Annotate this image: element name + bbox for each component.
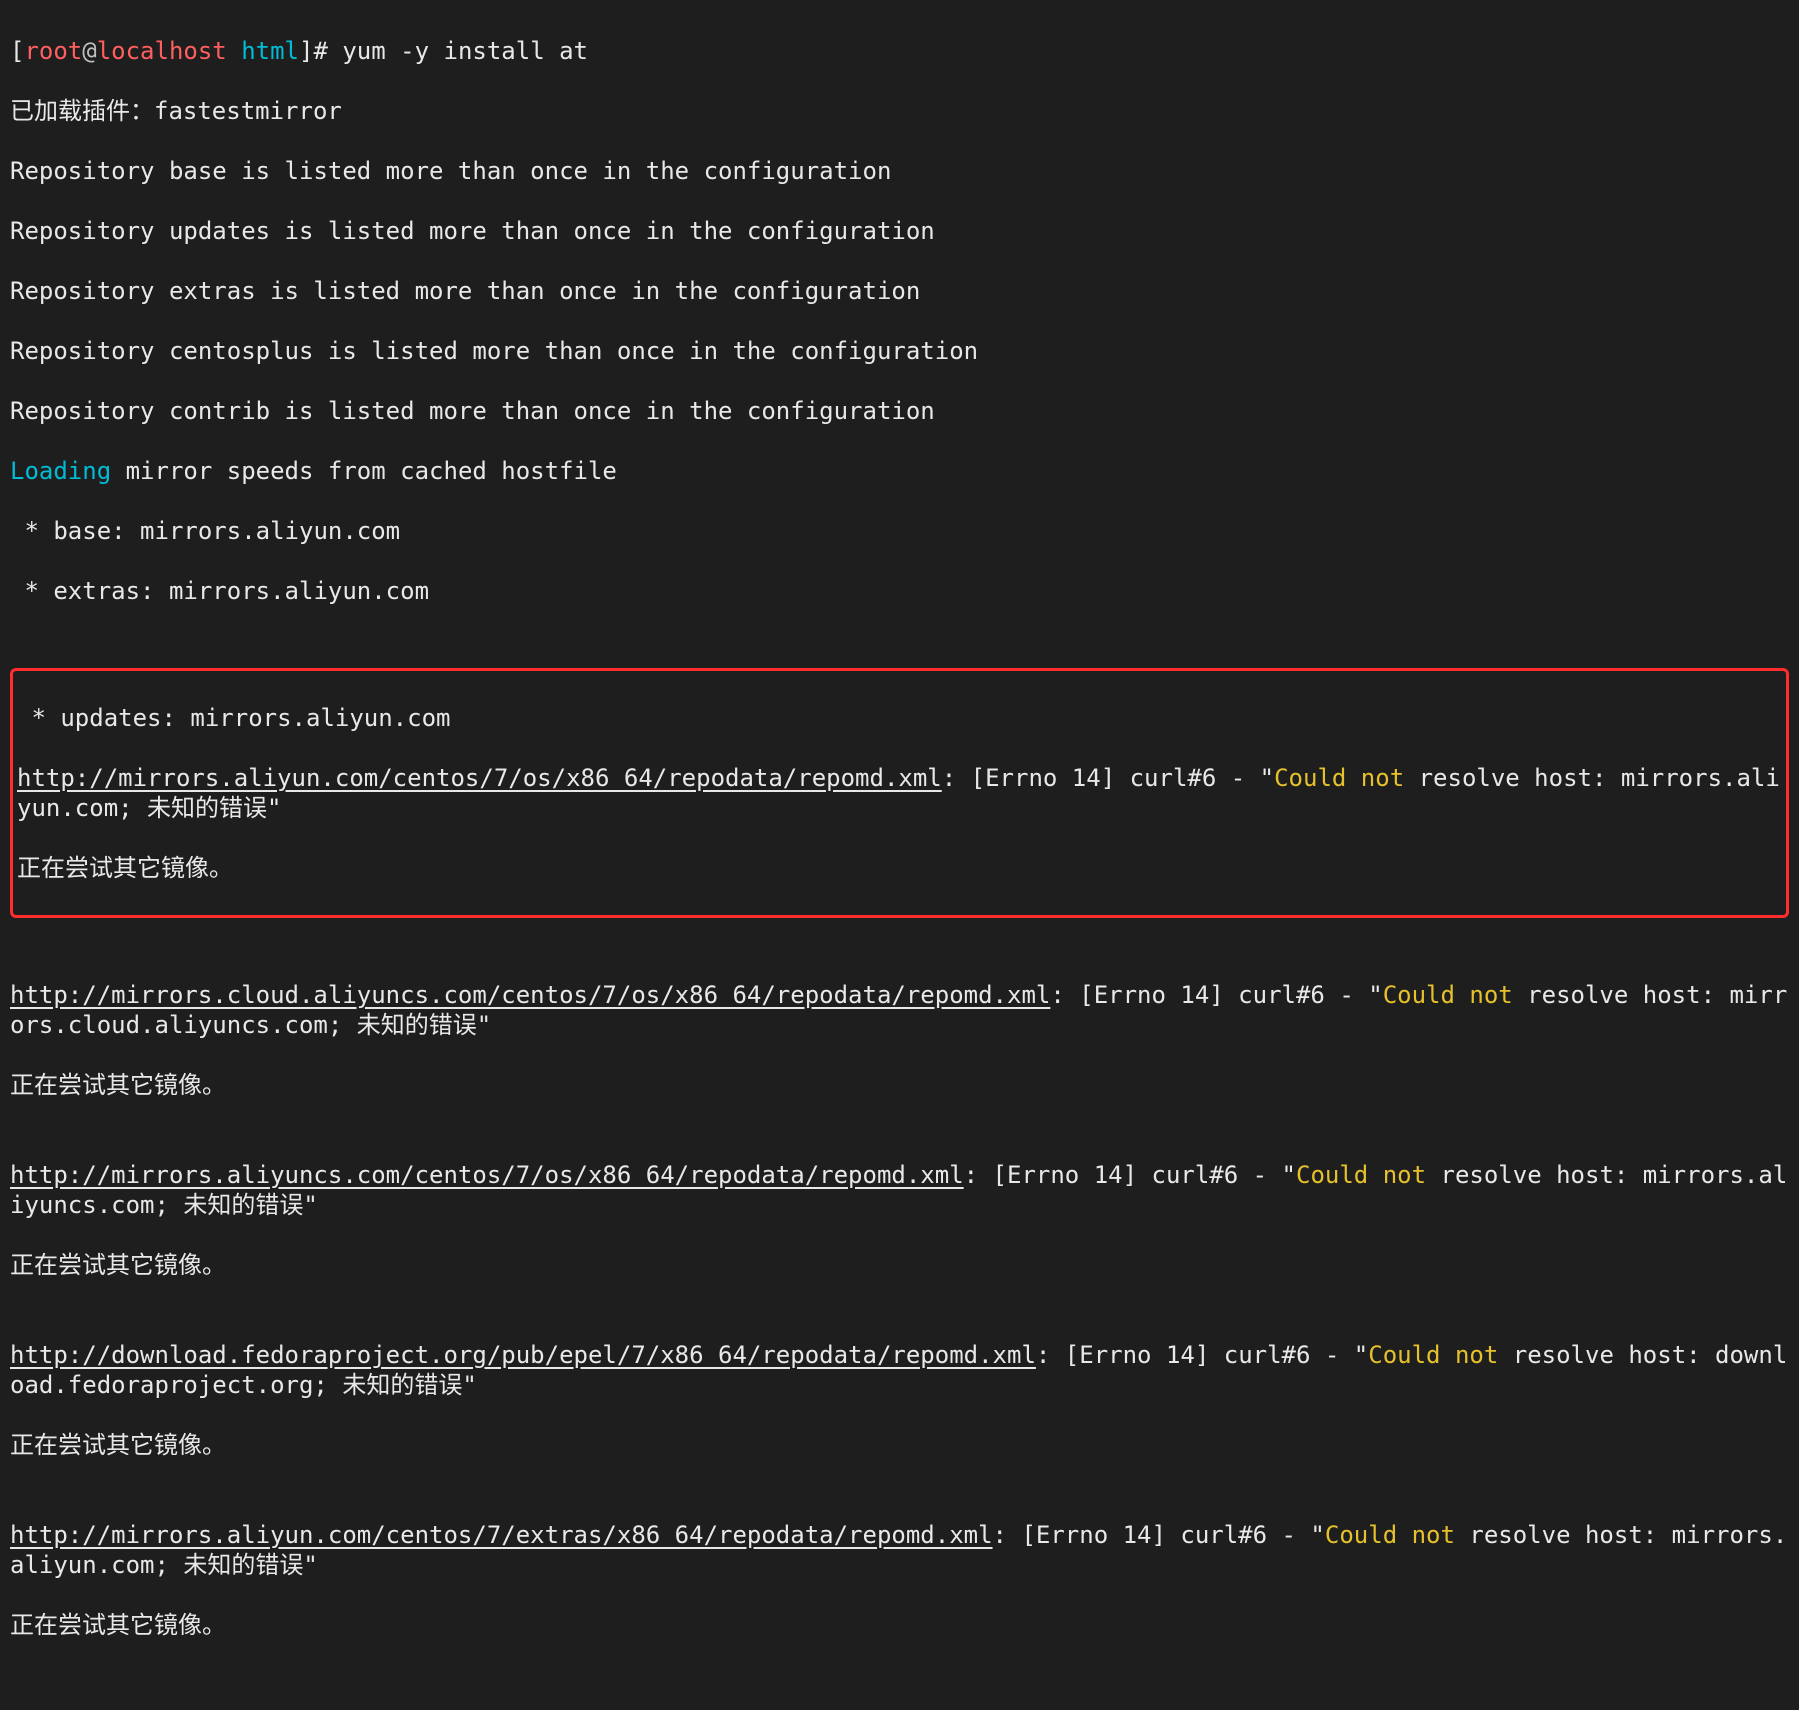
output-line: Repository contrib is listed more than o…	[10, 396, 1789, 426]
error-warn: Could not	[1368, 1341, 1498, 1369]
output-line: Repository centosplus is listed more tha…	[10, 336, 1789, 366]
output-line: Loading mirror speeds from cached hostfi…	[10, 456, 1789, 486]
error-warn: Could not	[1325, 1521, 1455, 1549]
error-mid: : [Errno 14] curl#6 - "	[1050, 981, 1382, 1009]
output-line: * updates: mirrors.aliyun.com	[17, 703, 1782, 733]
error-line: http://download.fedoraproject.org/pub/ep…	[10, 1340, 1789, 1400]
error-line: http://mirrors.cloud.aliyuncs.com/centos…	[10, 980, 1789, 1040]
retry-line: 正在尝试其它镜像。	[10, 1430, 1789, 1460]
error-mid: : [Errno 14] curl#6 - "	[942, 764, 1274, 792]
error-url: http://mirrors.aliyuncs.com/centos/7/os/…	[10, 1161, 964, 1189]
error-line: http://mirrors.aliyun.com/centos/7/extra…	[10, 1520, 1789, 1580]
retry-line: 正在尝试其它镜像。	[10, 1070, 1789, 1100]
prompt-close: ]#	[299, 37, 342, 65]
output-line: [root@localhost html]# yum -y install at	[10, 36, 1789, 66]
error-url: http://mirrors.cloud.aliyuncs.com/centos…	[10, 981, 1050, 1009]
error-url: http://mirrors.aliyun.com/centos/7/extra…	[10, 1521, 993, 1549]
highlighted-error-box: * updates: mirrors.aliyun.com http://mir…	[10, 668, 1789, 918]
error-warn: Could not	[1274, 764, 1404, 792]
output-line: 已加载插件：fastestmirror	[10, 96, 1789, 126]
error-warn: Could not	[1296, 1161, 1426, 1189]
retry-line: 正在尝试其它镜像。	[10, 1610, 1789, 1640]
prompt-bracket: [	[10, 37, 24, 65]
error-line: http://mirrors.aliyuncs.com/centos/7/os/…	[10, 1160, 1789, 1220]
retry-line: 正在尝试其它镜像。	[10, 1250, 1789, 1280]
error-url: http://mirrors.aliyun.com/centos/7/os/x8…	[17, 764, 942, 792]
prompt-at: @	[82, 37, 96, 65]
output-line: Repository updates is listed more than o…	[10, 216, 1789, 246]
prompt-space	[227, 37, 241, 65]
error-mid: : [Errno 14] curl#6 - "	[1036, 1341, 1368, 1369]
prompt-path: html	[241, 37, 299, 65]
output-line: * base: mirrors.aliyun.com	[10, 516, 1789, 546]
error-mid: : [Errno 14] curl#6 - "	[993, 1521, 1325, 1549]
error-line: http://mirrors.aliyun.com/centos/7/os/x8…	[17, 763, 1782, 823]
error-mid: : [Errno 14] curl#6 - "	[964, 1161, 1296, 1189]
prompt-user: root	[24, 37, 82, 65]
error-warn: Could not	[1383, 981, 1513, 1009]
output-line: * extras: mirrors.aliyun.com	[10, 576, 1789, 606]
prompt-host: localhost	[97, 37, 227, 65]
error-url: http://download.fedoraproject.org/pub/ep…	[10, 1341, 1036, 1369]
retry-line: 正在尝试其它镜像。	[17, 853, 1782, 883]
command-text: yum -y install at	[342, 37, 588, 65]
output-line: Repository extras is listed more than on…	[10, 276, 1789, 306]
terminal-output[interactable]: [root@localhost html]# yum -y install at…	[0, 0, 1799, 1710]
output-line: Repository base is listed more than once…	[10, 156, 1789, 186]
loading-rest: mirror speeds from cached hostfile	[111, 457, 617, 485]
loading-keyword: Loading	[10, 457, 111, 485]
